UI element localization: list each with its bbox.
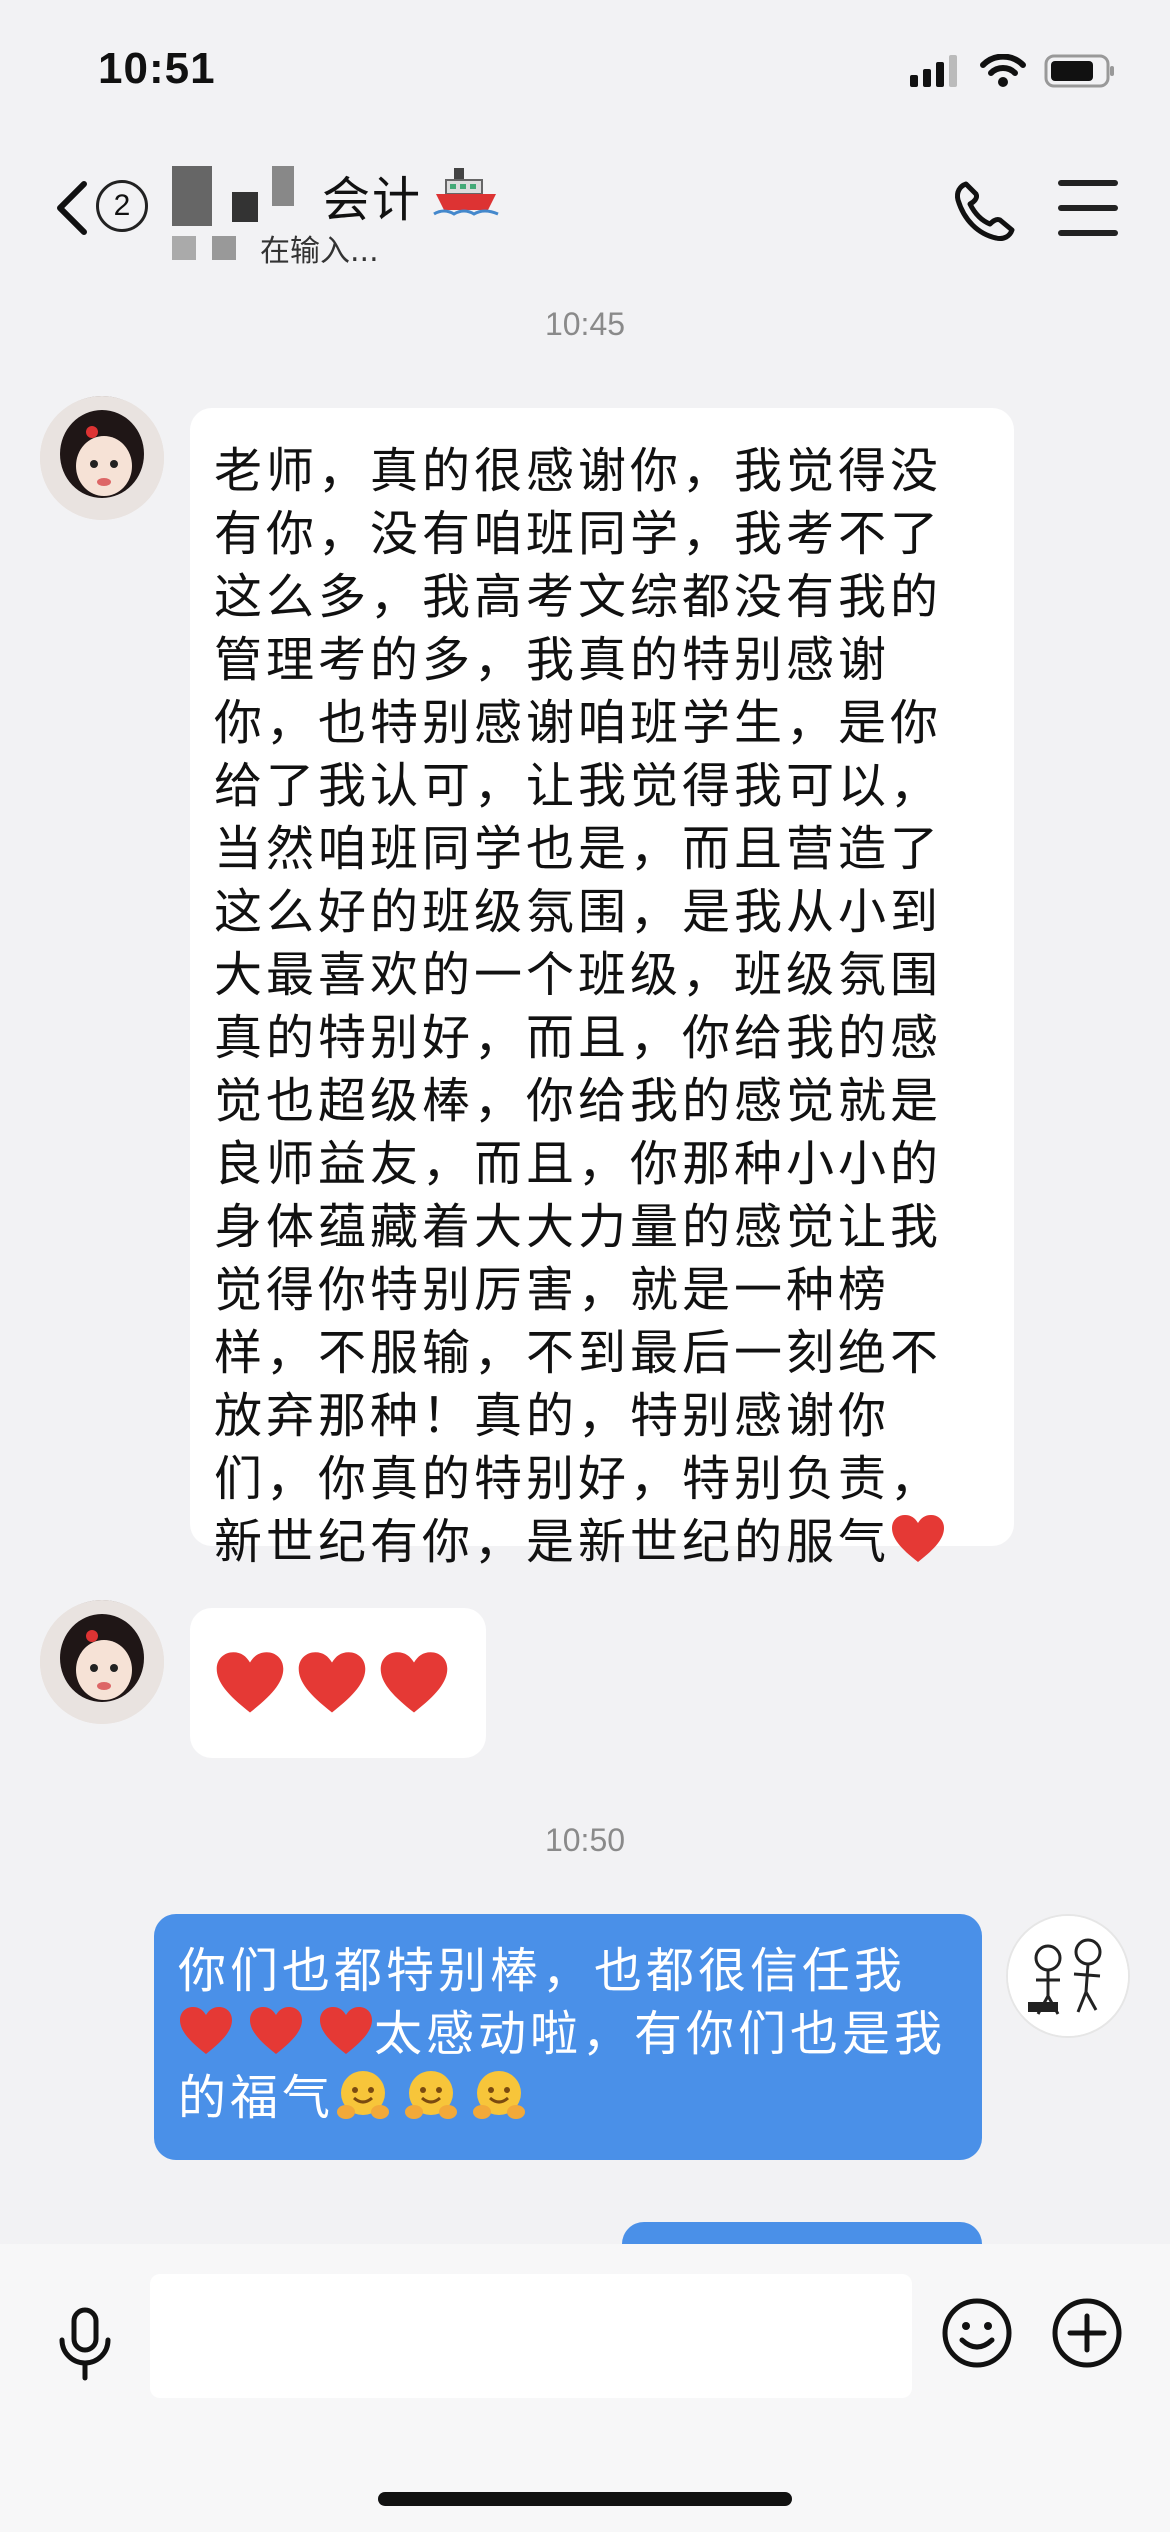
input-bar bbox=[0, 2244, 1170, 2532]
message-line: 太感动啦，有你们也是我 bbox=[178, 2003, 960, 2066]
ship-icon bbox=[433, 168, 499, 216]
outgoing-message-bubble[interactable]: 你们也都特别棒，也都很信任我 太感动啦，有你们也是我 的福气 bbox=[154, 1914, 982, 2160]
red-heart-emoji bbox=[250, 2007, 302, 2054]
message-text: 的福气 bbox=[178, 2070, 335, 2126]
wifi-icon bbox=[980, 54, 1026, 87]
red-heart-emoji bbox=[180, 2007, 232, 2054]
message-line: 的福气 bbox=[178, 2066, 960, 2130]
avatar[interactable] bbox=[40, 396, 164, 520]
avatar-image bbox=[40, 1600, 164, 1724]
home-indicator bbox=[378, 2492, 792, 2506]
phone-icon[interactable] bbox=[950, 176, 1020, 246]
hugging-face-emoji bbox=[337, 2071, 390, 2119]
red-heart-emoji bbox=[216, 1652, 284, 1713]
incoming-message-bubble[interactable]: 老师，真的很感谢你，我觉得没有你，没有咱班同学，我考不了这么多，我高考文综都没有… bbox=[190, 408, 1014, 1570]
timestamp: 10:50 bbox=[544, 1822, 626, 1858]
red-heart-emoji bbox=[380, 1652, 448, 1713]
message-text: 太感动啦，有你们也是我 bbox=[374, 2006, 947, 2062]
typing-status: 在输入... bbox=[260, 234, 379, 269]
avatar[interactable] bbox=[40, 1600, 164, 1724]
chevron-left-icon[interactable] bbox=[52, 178, 92, 238]
avatar-image bbox=[1008, 1916, 1128, 2036]
emoji-icon[interactable] bbox=[940, 2296, 1014, 2370]
chat-title: 会计 bbox=[322, 172, 423, 228]
battery-icon bbox=[1044, 54, 1114, 88]
timestamp: 10:45 bbox=[544, 306, 626, 342]
red-heart-emoji bbox=[298, 1652, 366, 1713]
chat-header: 2 会计 在输入... bbox=[0, 150, 1170, 280]
plus-icon[interactable] bbox=[1050, 2296, 1124, 2370]
microphone-icon[interactable] bbox=[50, 2304, 120, 2384]
message-text: 你们也都特别棒，也都很信任我 bbox=[178, 1943, 907, 1999]
incoming-message-bubble[interactable] bbox=[190, 1608, 486, 1758]
red-heart-emoji bbox=[320, 2007, 372, 2054]
red-heart-emoji bbox=[892, 1515, 945, 1562]
message-text: 老师，真的很感谢你，我觉得没有你，没有咱班同学，我考不了这么多，我高考文综都没有… bbox=[214, 443, 943, 1570]
status-icons bbox=[910, 54, 1116, 88]
avatar[interactable] bbox=[1006, 1914, 1130, 2038]
signal-icon bbox=[910, 55, 957, 87]
hugging-face-emoji bbox=[405, 2071, 458, 2119]
unread-count-badge[interactable]: 2 bbox=[96, 180, 148, 232]
message-input[interactable] bbox=[150, 2274, 912, 2398]
status-time: 10:51 bbox=[98, 44, 216, 93]
hugging-face-emoji bbox=[473, 2071, 526, 2119]
avatar-image bbox=[40, 396, 164, 520]
menu-icon[interactable] bbox=[1058, 180, 1118, 236]
status-bar: 10:51 bbox=[0, 0, 1170, 140]
